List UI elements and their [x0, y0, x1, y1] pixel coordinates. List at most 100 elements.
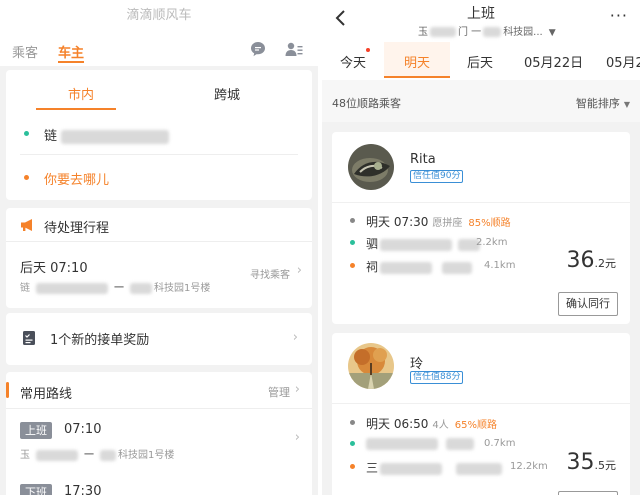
- tab-day-after-tomorrow[interactable]: 后天: [467, 52, 493, 71]
- chevron-right-icon: ›: [294, 382, 300, 397]
- pickup-address: [366, 436, 474, 450]
- tab-driver-underline: [58, 61, 84, 63]
- passenger-count: 48位顺路乘客: [332, 97, 401, 110]
- tab-passenger[interactable]: 乘客: [12, 42, 38, 61]
- pickup-redacted-2: [446, 437, 474, 450]
- divider: [332, 202, 630, 203]
- dropoff-prefix: 祠: [366, 260, 379, 274]
- tab-local[interactable]: 市内: [68, 84, 94, 103]
- start-prefix: 链: [44, 129, 58, 144]
- dropoff-redacted-2: [456, 462, 503, 475]
- pending-time: 后天 07:10: [20, 261, 88, 276]
- passenger-card[interactable]: 玲 信任值88分 明天 06:50 4人 65%顺路 0.7km 三 12.2km …: [332, 333, 630, 495]
- pending-to-redacted: [130, 282, 152, 294]
- divider: [332, 403, 630, 404]
- section-accent: [6, 382, 9, 398]
- subtitle-from: 玉: [418, 27, 428, 38]
- pending-header: 待处理行程: [6, 208, 312, 242]
- route-time: 07:10: [64, 422, 102, 437]
- price: 36.2元: [567, 248, 617, 273]
- caret-down-icon: ▼: [623, 100, 630, 109]
- pickup-redacted: [380, 238, 453, 251]
- destination-field[interactable]: 你要去哪儿: [44, 169, 109, 188]
- dropoff-redacted: [380, 261, 433, 274]
- notification-dot: [366, 48, 370, 52]
- sort-label: 智能排序: [575, 97, 620, 110]
- price-decimal: .5元: [594, 459, 617, 472]
- user-card-icon[interactable]: [285, 41, 303, 57]
- driver-home-screen: 滴滴顺风车 乘客 车主 市内 跨城 链 你要去哪儿 待处理行程 后天 07:10…: [0, 0, 318, 495]
- passenger-name: 玲: [410, 357, 424, 372]
- pickup-distance: 2.2km: [476, 237, 508, 248]
- tab-day-tomorrow[interactable]: 明天: [404, 52, 430, 71]
- reward-card[interactable]: 1个新的接单奖励 ›: [6, 313, 312, 365]
- caret-down-icon: ▼: [548, 28, 556, 38]
- more-icon[interactable]: ···: [610, 6, 628, 25]
- confirm-ride-button[interactable]: [558, 491, 618, 495]
- active-day-underline: [384, 76, 450, 78]
- route-from-prefix: 玉: [20, 450, 30, 461]
- route-entry-card: 市内 跨城 链 你要去哪儿: [6, 70, 312, 200]
- time-dot: [350, 420, 355, 425]
- route-tag: 上班: [20, 422, 52, 439]
- pending-arrow: 一: [114, 283, 124, 294]
- avatar: [348, 343, 394, 389]
- find-passengers-link[interactable]: 寻找乘客: [250, 266, 290, 281]
- dropoff-address: 祠: [366, 258, 473, 275]
- header: 上班 玉 门 一 科技园... ▼ ··· 今天 明天 后天 05月22日 05月2: [322, 0, 640, 80]
- chevron-right-icon: ›: [294, 430, 300, 445]
- app-title: 滴滴顺风车: [126, 8, 192, 23]
- price: 35.5元: [567, 450, 617, 475]
- tab-driver[interactable]: 车主: [58, 42, 84, 61]
- tab-intercity[interactable]: 跨城: [214, 84, 240, 103]
- pending-from-prefix: 链: [20, 283, 30, 294]
- pickup-prefix: 驷: [366, 237, 379, 251]
- manage-link[interactable]: 管理: [268, 384, 290, 400]
- route-time: 17:30: [64, 484, 102, 495]
- checklist-icon: [23, 331, 35, 345]
- divider: [6, 408, 312, 409]
- start-dot: [350, 441, 355, 446]
- pending-route: 链 一 科技园1号楼: [20, 279, 210, 294]
- chevron-right-icon: ›: [296, 263, 302, 278]
- chevron-right-icon: ›: [292, 330, 298, 345]
- subtitle-to-redacted: [483, 27, 502, 37]
- top-bar: 滴滴顺风车 乘客 车主: [0, 0, 318, 66]
- pending-trip-card[interactable]: 待处理行程 后天 07:10 链 一 科技园1号楼 寻找乘客 ›: [6, 208, 312, 308]
- dropoff-redacted: [380, 462, 443, 475]
- route-subtitle[interactable]: 玉 门 一 科技园... ▼: [418, 23, 556, 38]
- confirm-ride-button[interactable]: 确认同行: [558, 292, 618, 316]
- trip-time: 明天 06:50: [366, 417, 429, 431]
- divider: [20, 154, 298, 155]
- common-routes-card: 常用路线 管理 › 上班 07:10 玉 一 科技园1号楼 › 下班 17:30: [6, 372, 312, 495]
- subtitle-from-redacted: [430, 27, 456, 37]
- dropoff-distance: 12.2km: [510, 461, 548, 472]
- price-int: 36: [566, 248, 595, 273]
- tab-day-today[interactable]: 今天: [340, 52, 366, 71]
- time-dot: [350, 218, 355, 223]
- seat-info: 愿拼座: [432, 218, 463, 229]
- route-tag: 下班: [20, 484, 52, 495]
- trust-badge: 信任值90分: [410, 170, 464, 183]
- pickup-redacted: [366, 437, 438, 450]
- start-address-redacted: [61, 129, 170, 144]
- sort-dropdown[interactable]: 智能排序 ▼: [576, 95, 630, 111]
- dropoff-address: 三: [366, 459, 503, 476]
- price-decimal: .2元: [594, 257, 617, 270]
- route-arrow: 一: [84, 450, 94, 461]
- reward-text: 1个新的接单奖励: [50, 333, 150, 348]
- route-to-redacted: [100, 449, 116, 461]
- start-location-field[interactable]: 链: [44, 125, 170, 144]
- destination-dot: [350, 464, 355, 469]
- tab-day-may2x[interactable]: 05月2: [606, 52, 640, 71]
- pickup-distance: 0.7km: [484, 438, 516, 449]
- pending-to-suffix: 科技园1号楼: [154, 283, 211, 294]
- tab-day-may22[interactable]: 05月22日: [524, 52, 583, 71]
- chat-bubble-icon[interactable]: [250, 41, 266, 57]
- trip-time: 明天 07:30: [366, 215, 429, 229]
- dropoff-redacted-2: [442, 261, 473, 274]
- passenger-card[interactable]: Rita 信任值90分 明天 07:30 愿拼座 85%顺路 驷 2.2km 祠 4…: [332, 132, 630, 324]
- pending-title: 待处理行程: [44, 221, 110, 236]
- route-to-suffix: 科技园1号楼: [118, 450, 175, 461]
- pending-from-redacted: [36, 282, 108, 294]
